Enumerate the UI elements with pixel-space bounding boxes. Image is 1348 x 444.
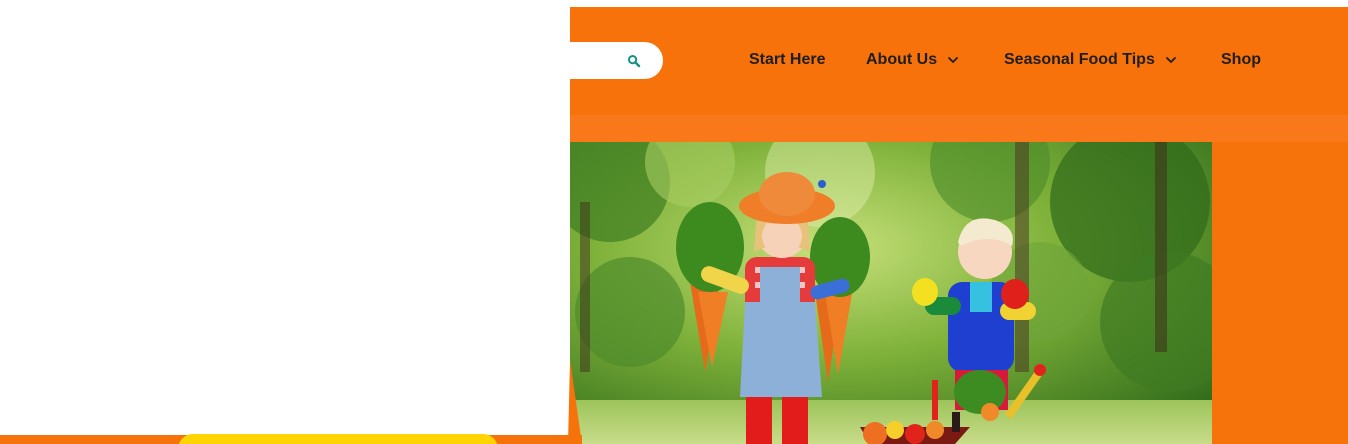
nav-item-about-us[interactable]: About Us [866, 48, 959, 72]
chevron-down-icon [948, 57, 959, 63]
search-input[interactable] [570, 42, 663, 79]
cta-button[interactable] [178, 434, 498, 444]
nav-item-label: Start Here [749, 51, 826, 68]
section-divider [570, 115, 1348, 142]
page: Start Here About Us Seasonal Food Tips S… [0, 0, 1348, 444]
chevron-down-icon [1165, 57, 1176, 63]
nav-item-seasonal-food-tips[interactable]: Seasonal Food Tips [1004, 48, 1177, 72]
nav-item-label: About Us [866, 51, 938, 68]
nav-item-start-here[interactable]: Start Here [749, 48, 825, 72]
nav-item-label: Shop [1221, 51, 1261, 68]
hero-image [570, 142, 1212, 444]
search-icon[interactable] [627, 54, 641, 68]
overlay-panel [0, 0, 570, 435]
nav-item-label: Seasonal Food Tips [1004, 51, 1155, 68]
decorative-wedge [568, 360, 582, 444]
nav-item-shop[interactable]: Shop [1221, 48, 1261, 72]
